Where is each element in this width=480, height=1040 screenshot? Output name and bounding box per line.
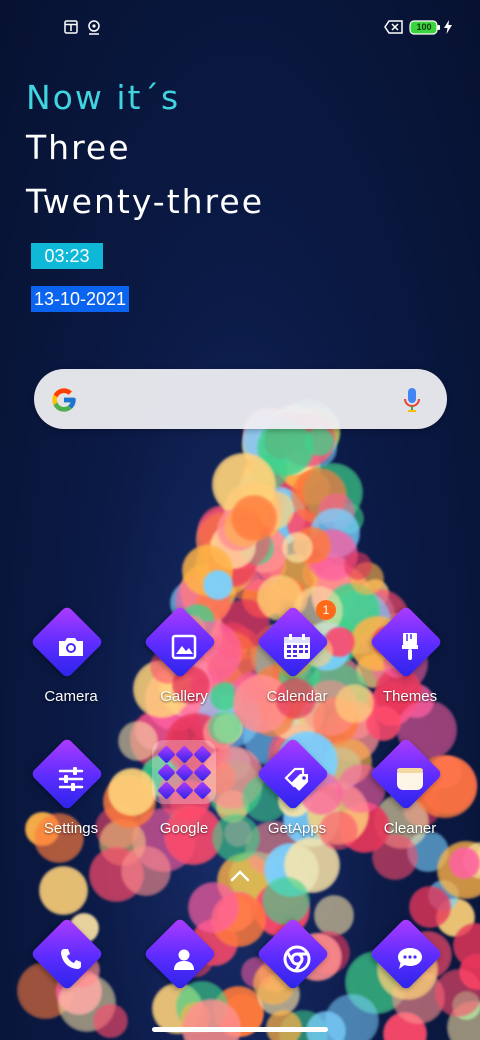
calendar-icon xyxy=(272,622,322,672)
google-g-icon xyxy=(50,386,78,419)
dock-phone[interactable] xyxy=(16,917,126,1002)
battery-icon: 100 xyxy=(409,20,441,40)
app-camera[interactable]: Camera xyxy=(16,605,126,730)
chrome-icon xyxy=(272,934,322,984)
app-label: Cleaner xyxy=(383,820,437,837)
battery-saver-icon xyxy=(384,20,404,39)
clock-minute-text: Twenty-three xyxy=(26,182,265,221)
bokeh-light xyxy=(281,532,313,564)
status-bar: 100 xyxy=(0,0,480,56)
messages-icon xyxy=(385,934,435,984)
cleaner-icon xyxy=(385,754,435,804)
clock-hour-text: Three xyxy=(26,128,131,167)
app-getapps[interactable]: GetApps xyxy=(242,737,352,862)
bokeh-light xyxy=(266,1010,302,1040)
microphone-icon[interactable] xyxy=(402,386,422,419)
dock-messages[interactable] xyxy=(355,917,465,1002)
dock-contacts[interactable] xyxy=(129,917,239,1002)
location-pin-icon xyxy=(87,20,101,41)
date-badge: 13-10-2021 xyxy=(31,286,129,312)
tags-icon xyxy=(272,754,322,804)
screen-icon xyxy=(64,20,78,39)
app-label: Gallery xyxy=(160,688,208,705)
app-gallery[interactable]: Gallery xyxy=(129,605,239,730)
app-label: Themes xyxy=(382,688,438,705)
app-settings[interactable]: Settings xyxy=(16,737,126,862)
time-badge: 03:23 xyxy=(31,243,103,269)
app-label: Calendar xyxy=(266,688,328,705)
bokeh-light xyxy=(231,495,277,541)
sliders-icon xyxy=(46,754,96,804)
bokeh-light xyxy=(343,552,372,581)
app-label: Camera xyxy=(44,688,98,705)
gallery-icon xyxy=(159,622,209,672)
app-calendar[interactable]: Calendar xyxy=(242,605,352,730)
folder-icon xyxy=(152,740,216,804)
chevron-up-icon[interactable] xyxy=(230,869,250,887)
notification-badge: 1 xyxy=(316,600,336,620)
app-label: GetApps xyxy=(267,820,327,837)
app-label: Google xyxy=(159,820,209,837)
battery-level: 100 xyxy=(416,22,432,32)
app-label: Settings xyxy=(43,820,99,837)
bokeh-light xyxy=(39,865,89,915)
paintbrush-icon xyxy=(385,622,435,672)
app-cleaner[interactable]: Cleaner xyxy=(355,737,465,862)
google-search-bar[interactable] xyxy=(34,369,447,429)
app-themes[interactable]: Themes xyxy=(355,605,465,730)
charging-icon xyxy=(444,20,452,39)
clock-intro-text: Now it´s xyxy=(26,78,181,117)
bokeh-light xyxy=(262,877,311,925)
home-indicator[interactable] xyxy=(152,1027,328,1032)
camera-icon xyxy=(46,622,96,672)
phone-icon xyxy=(46,934,96,984)
contacts-icon xyxy=(159,934,209,984)
bokeh-light xyxy=(202,569,233,600)
dock-chrome[interactable] xyxy=(242,917,352,1002)
bokeh-light xyxy=(93,1003,128,1039)
app-folder-google[interactable]: Google xyxy=(129,740,239,862)
clock-widget[interactable]: Now it´s Three Twenty-three xyxy=(26,78,264,222)
